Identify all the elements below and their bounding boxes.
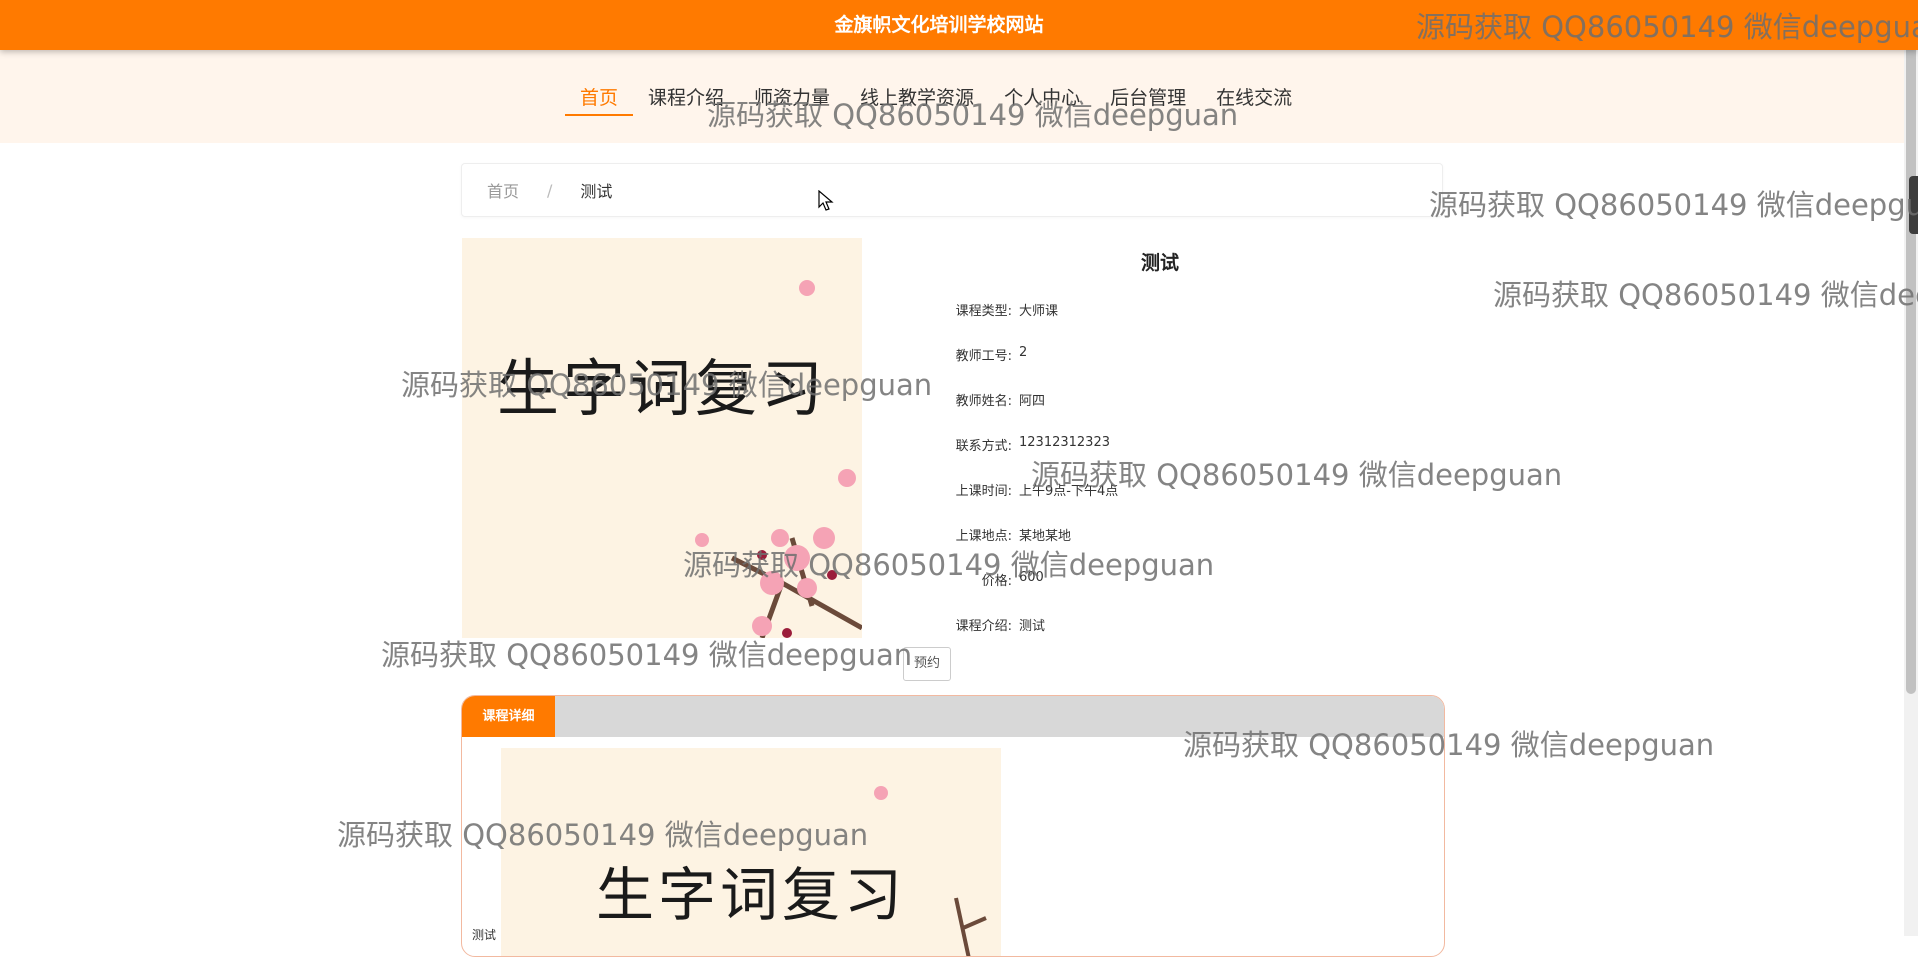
- course-title: 测试: [1140, 252, 1179, 274]
- nav-item-online-resources[interactable]: 线上教学资源: [845, 82, 989, 114]
- course-detail-panel: 课程详细 生字词复习 测试: [461, 695, 1445, 957]
- field-value: 12312312323: [1019, 435, 1110, 450]
- field-value: 某地某地: [1019, 529, 1072, 544]
- nav-item-chat[interactable]: 在线交流: [1201, 82, 1307, 114]
- detail-description: 测试: [472, 928, 497, 942]
- field-label: 教师工号:: [955, 349, 1012, 364]
- field-label: 课程类型:: [955, 304, 1012, 319]
- breadcrumb-current: 测试: [580, 182, 613, 201]
- watermark: 源码获取 QQ86050149 微信deepguan: [1429, 188, 1918, 222]
- field-label: 上课时间:: [955, 484, 1012, 499]
- field-value: 阿四: [1019, 394, 1046, 409]
- field-value: 测试: [1019, 619, 1046, 634]
- page-scrollbar[interactable]: [1904, 0, 1918, 936]
- plum-blossom-decoration: [874, 786, 987, 956]
- breadcrumb-separator: /: [547, 180, 553, 200]
- detail-poster-image: 生字词复习: [501, 748, 1001, 956]
- field-label: 联系方式:: [955, 439, 1012, 454]
- field-value: 600: [1019, 570, 1044, 585]
- nav-item-personal-center[interactable]: 个人中心: [989, 82, 1095, 114]
- watermark: 源码获取 QQ86050149 微信deepguan: [381, 638, 913, 672]
- side-widget-tab[interactable]: [1909, 176, 1918, 234]
- breadcrumb: 首页 / 测试: [461, 163, 1443, 217]
- field-label: 教师姓名:: [955, 394, 1012, 409]
- detail-tab-bar: 课程详细: [462, 696, 1444, 737]
- tab-course-detail[interactable]: 课程详细: [462, 696, 555, 737]
- field-label: 上课地点:: [955, 529, 1012, 544]
- field-label: 价格:: [981, 574, 1012, 589]
- main-nav: 首页 课程介绍 师资力量 线上教学资源 个人中心 后台管理 在线交流: [565, 82, 1307, 118]
- watermark: 源码获取 QQ86050149 微信deepguan: [1493, 278, 1918, 312]
- site-title: 金旗帜文化培训学校网站: [834, 14, 1044, 36]
- field-value: 上午9点-下午4点: [1019, 484, 1119, 499]
- plum-blossom-decoration: [695, 280, 862, 638]
- scrollbar-thumb[interactable]: [1906, 2, 1916, 694]
- nav-item-teachers[interactable]: 师资力量: [739, 82, 845, 114]
- field-label: 课程介绍:: [955, 619, 1012, 634]
- course-poster-image: 生字词复习: [462, 238, 862, 638]
- nav-item-admin[interactable]: 后台管理: [1095, 82, 1201, 114]
- nav-item-home[interactable]: 首页: [565, 82, 634, 116]
- nav-item-courses[interactable]: 课程介绍: [633, 82, 739, 114]
- field-value: 2: [1019, 345, 1028, 360]
- breadcrumb-home-link[interactable]: 首页: [487, 178, 519, 202]
- top-bar: 金旗帜文化培训学校网站: [0, 0, 1918, 50]
- book-button[interactable]: 预约: [903, 647, 951, 681]
- mouse-cursor-icon: [818, 190, 834, 211]
- field-value: 大师课: [1019, 304, 1059, 319]
